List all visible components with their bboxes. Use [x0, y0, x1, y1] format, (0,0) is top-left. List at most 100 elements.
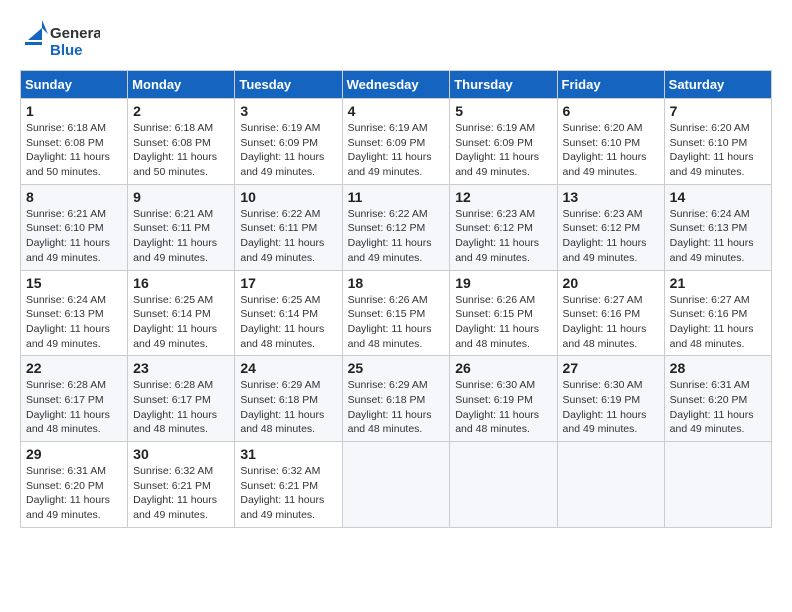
day-number: 11	[348, 189, 445, 205]
calendar-week-row: 1 Sunrise: 6:18 AM Sunset: 6:08 PM Daylig…	[21, 99, 772, 185]
day-number: 9	[133, 189, 229, 205]
day-info: Sunrise: 6:19 AM Sunset: 6:09 PM Dayligh…	[240, 121, 336, 180]
weekday-header: Friday	[557, 71, 664, 99]
day-info: Sunrise: 6:22 AM Sunset: 6:11 PM Dayligh…	[240, 207, 336, 266]
calendar-cell: 4 Sunrise: 6:19 AM Sunset: 6:09 PM Daylig…	[342, 99, 450, 185]
calendar-cell: 24 Sunrise: 6:29 AM Sunset: 6:18 PM Dayli…	[235, 356, 342, 442]
day-number: 8	[26, 189, 122, 205]
day-number: 25	[348, 360, 445, 376]
day-info: Sunrise: 6:18 AM Sunset: 6:08 PM Dayligh…	[133, 121, 229, 180]
calendar-cell: 29 Sunrise: 6:31 AM Sunset: 6:20 PM Dayli…	[21, 442, 128, 528]
day-info: Sunrise: 6:23 AM Sunset: 6:12 PM Dayligh…	[455, 207, 551, 266]
day-info: Sunrise: 6:19 AM Sunset: 6:09 PM Dayligh…	[348, 121, 445, 180]
calendar-week-row: 29 Sunrise: 6:31 AM Sunset: 6:20 PM Dayli…	[21, 442, 772, 528]
svg-text:Blue: Blue	[50, 42, 83, 59]
day-number: 15	[26, 275, 122, 291]
calendar-cell: 17 Sunrise: 6:25 AM Sunset: 6:14 PM Dayli…	[235, 270, 342, 356]
day-number: 21	[670, 275, 766, 291]
calendar-cell: 30Sunrise: 6:32 AM Sunset: 6:21 PM Dayli…	[128, 442, 235, 528]
calendar-cell	[557, 442, 664, 528]
calendar-cell	[664, 442, 771, 528]
day-number: 2	[133, 103, 229, 119]
day-info: Sunrise: 6:29 AM Sunset: 6:18 PM Dayligh…	[240, 378, 336, 437]
calendar-cell: 28 Sunrise: 6:31 AM Sunset: 6:20 PM Dayli…	[664, 356, 771, 442]
day-number: 10	[240, 189, 336, 205]
day-info: Sunrise: 6:27 AM Sunset: 6:16 PM Dayligh…	[670, 293, 766, 352]
calendar-cell: 13 Sunrise: 6:23 AM Sunset: 6:12 PM Dayli…	[557, 184, 664, 270]
logo: GeneralBlue	[20, 20, 100, 60]
calendar-cell: 9 Sunrise: 6:21 AM Sunset: 6:11 PM Daylig…	[128, 184, 235, 270]
weekday-header: Monday	[128, 71, 235, 99]
calendar-cell: 21 Sunrise: 6:27 AM Sunset: 6:16 PM Dayli…	[664, 270, 771, 356]
day-number: 31	[240, 446, 336, 462]
day-info: Sunrise: 6:31 AM Sunset: 6:20 PM Dayligh…	[670, 378, 766, 437]
weekday-header: Tuesday	[235, 71, 342, 99]
calendar-cell: 20 Sunrise: 6:27 AM Sunset: 6:16 PM Dayli…	[557, 270, 664, 356]
svg-text:General: General	[50, 25, 100, 42]
day-number: 24	[240, 360, 336, 376]
day-number: 6	[563, 103, 659, 119]
day-info: Sunrise: 6:24 AM Sunset: 6:13 PM Dayligh…	[26, 293, 122, 352]
calendar-cell: 11 Sunrise: 6:22 AM Sunset: 6:12 PM Dayli…	[342, 184, 450, 270]
calendar-cell: 16 Sunrise: 6:25 AM Sunset: 6:14 PM Dayli…	[128, 270, 235, 356]
calendar-cell: 6 Sunrise: 6:20 AM Sunset: 6:10 PM Daylig…	[557, 99, 664, 185]
day-info: Sunrise: 6:25 AM Sunset: 6:14 PM Dayligh…	[133, 293, 229, 352]
day-info: Sunrise: 6:30 AM Sunset: 6:19 PM Dayligh…	[563, 378, 659, 437]
day-number: 16	[133, 275, 229, 291]
logo-svg: GeneralBlue	[20, 20, 100, 60]
day-info: Sunrise: 6:22 AM Sunset: 6:12 PM Dayligh…	[348, 207, 445, 266]
day-number: 19	[455, 275, 551, 291]
day-info: Sunrise: 6:20 AM Sunset: 6:10 PM Dayligh…	[670, 121, 766, 180]
day-info: Sunrise: 6:29 AM Sunset: 6:18 PM Dayligh…	[348, 378, 445, 437]
day-info: Sunrise: 6:20 AM Sunset: 6:10 PM Dayligh…	[563, 121, 659, 180]
day-number: 3	[240, 103, 336, 119]
day-number: 17	[240, 275, 336, 291]
weekday-header: Thursday	[450, 71, 557, 99]
day-number: 7	[670, 103, 766, 119]
day-info: Sunrise: 6:21 AM Sunset: 6:11 PM Dayligh…	[133, 207, 229, 266]
day-info: Sunrise: 6:31 AM Sunset: 6:20 PM Dayligh…	[26, 464, 122, 523]
day-number: 12	[455, 189, 551, 205]
day-number: 23	[133, 360, 229, 376]
day-info: Sunrise: 6:21 AM Sunset: 6:10 PM Dayligh…	[26, 207, 122, 266]
day-info: Sunrise: 6:19 AM Sunset: 6:09 PM Dayligh…	[455, 121, 551, 180]
day-number: 28	[670, 360, 766, 376]
day-info: Sunrise: 6:18 AM Sunset: 6:08 PM Dayligh…	[26, 121, 122, 180]
day-info: Sunrise: 6:24 AM Sunset: 6:13 PM Dayligh…	[670, 207, 766, 266]
day-number: 27	[563, 360, 659, 376]
day-info: Sunrise: 6:28 AM Sunset: 6:17 PM Dayligh…	[133, 378, 229, 437]
calendar-cell: 12 Sunrise: 6:23 AM Sunset: 6:12 PM Dayli…	[450, 184, 557, 270]
day-number: 4	[348, 103, 445, 119]
header: GeneralBlue	[20, 20, 772, 60]
day-info: Sunrise: 6:23 AM Sunset: 6:12 PM Dayligh…	[563, 207, 659, 266]
calendar-cell: 31 Sunrise: 6:32 AM Sunset: 6:21 PM Dayli…	[235, 442, 342, 528]
calendar-cell	[450, 442, 557, 528]
day-info: Sunrise: 6:28 AM Sunset: 6:17 PM Dayligh…	[26, 378, 122, 437]
day-info: Sunrise: 6:32 AM Sunset: 6:21 PM Dayligh…	[240, 464, 336, 523]
weekday-header: Sunday	[21, 71, 128, 99]
day-number: 29	[26, 446, 122, 462]
day-number: 30	[133, 446, 229, 462]
day-info: Sunrise: 6:27 AM Sunset: 6:16 PM Dayligh…	[563, 293, 659, 352]
header-row: SundayMondayTuesdayWednesdayThursdayFrid…	[21, 71, 772, 99]
day-number: 1	[26, 103, 122, 119]
calendar-week-row: 8 Sunrise: 6:21 AM Sunset: 6:10 PM Daylig…	[21, 184, 772, 270]
calendar-cell: 23 Sunrise: 6:28 AM Sunset: 6:17 PM Dayli…	[128, 356, 235, 442]
day-number: 13	[563, 189, 659, 205]
calendar-week-row: 15 Sunrise: 6:24 AM Sunset: 6:13 PM Dayli…	[21, 270, 772, 356]
day-number: 20	[563, 275, 659, 291]
weekday-header: Wednesday	[342, 71, 450, 99]
calendar-cell: 25 Sunrise: 6:29 AM Sunset: 6:18 PM Dayli…	[342, 356, 450, 442]
calendar-cell: 22 Sunrise: 6:28 AM Sunset: 6:17 PM Dayli…	[21, 356, 128, 442]
weekday-header: Saturday	[664, 71, 771, 99]
calendar-cell: 18Sunrise: 6:26 AM Sunset: 6:15 PM Dayli…	[342, 270, 450, 356]
calendar-table: SundayMondayTuesdayWednesdayThursdayFrid…	[20, 70, 772, 528]
calendar-cell: 8 Sunrise: 6:21 AM Sunset: 6:10 PM Daylig…	[21, 184, 128, 270]
day-number: 18	[348, 275, 445, 291]
day-number: 22	[26, 360, 122, 376]
calendar-cell: 5Sunrise: 6:19 AM Sunset: 6:09 PM Daylig…	[450, 99, 557, 185]
day-info: Sunrise: 6:26 AM Sunset: 6:15 PM Dayligh…	[455, 293, 551, 352]
day-info: Sunrise: 6:30 AM Sunset: 6:19 PM Dayligh…	[455, 378, 551, 437]
day-info: Sunrise: 6:25 AM Sunset: 6:14 PM Dayligh…	[240, 293, 336, 352]
calendar-cell: 2 Sunrise: 6:18 AM Sunset: 6:08 PM Daylig…	[128, 99, 235, 185]
